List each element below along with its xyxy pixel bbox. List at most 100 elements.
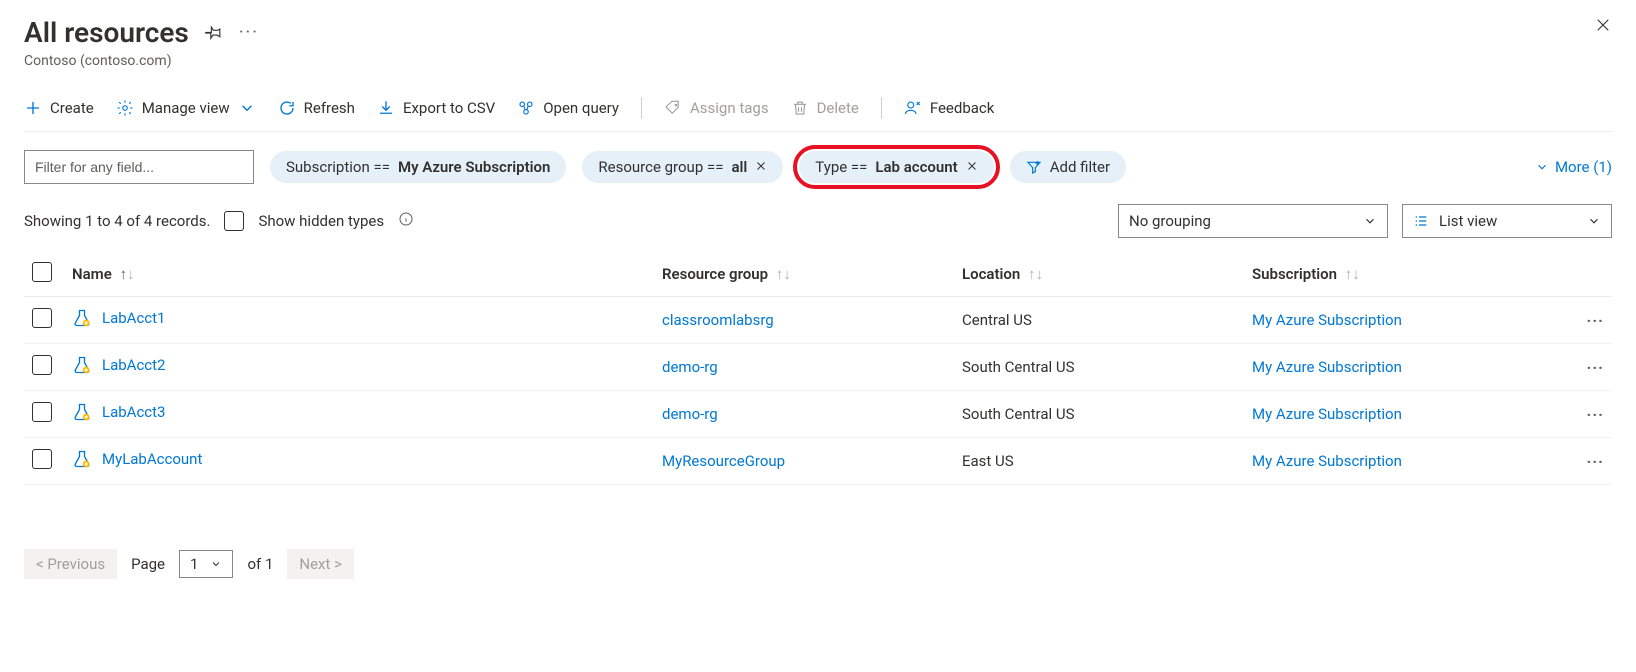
assign-tags-label: Assign tags (690, 99, 769, 117)
filter-pill-value: Lab account (875, 158, 957, 176)
previous-button: < Previous (24, 549, 117, 579)
row-menu-icon[interactable]: ··· (1587, 358, 1604, 377)
filter-pill[interactable]: Type == Lab account (799, 151, 993, 183)
view-mode-select[interactable]: List view (1402, 204, 1612, 238)
subscription-link[interactable]: My Azure Subscription (1252, 405, 1402, 423)
chevron-down-icon (210, 558, 222, 570)
lab-account-icon (72, 402, 92, 422)
export-csv-label: Export to CSV (403, 99, 495, 117)
sort-icon: ↑↓ (1345, 265, 1360, 283)
refresh-label: Refresh (304, 99, 355, 117)
subscription-link[interactable]: My Azure Subscription (1252, 311, 1402, 329)
table-row: LabAcct1 classroomlabsrg Central US My Azur… (24, 297, 1612, 344)
add-filter-label: Add filter (1050, 158, 1110, 176)
column-subscription[interactable]: Subscription ↑↓ (1244, 252, 1572, 297)
resource-name-link[interactable]: LabAcct3 (102, 403, 166, 421)
close-icon[interactable] (1594, 16, 1612, 34)
status-row: Showing 1 to 4 of 4 records. Show hidden… (24, 194, 1612, 252)
add-filter-icon (1026, 159, 1042, 175)
resource-group-link[interactable]: demo-rg (662, 358, 718, 376)
filter-pill-value: My Azure Subscription (398, 158, 550, 176)
open-query-button[interactable]: Open query (517, 99, 619, 117)
sort-icon: ↑↓ (776, 265, 791, 283)
grouping-select[interactable]: No grouping (1118, 204, 1388, 238)
show-hidden-checkbox[interactable] (224, 211, 244, 231)
page-value: 1 (190, 555, 198, 573)
view-mode-value: List view (1439, 212, 1577, 230)
record-summary: Showing 1 to 4 of 4 records. (24, 212, 210, 230)
lab-account-icon (72, 355, 92, 375)
chevron-down-icon (1587, 214, 1601, 228)
toolbar-separator (641, 97, 642, 119)
row-menu-icon[interactable]: ··· (1587, 311, 1604, 330)
toolbar: Create Manage view Refresh Export to CSV… (24, 83, 1612, 132)
export-csv-button[interactable]: Export to CSV (377, 99, 495, 117)
row-menu-icon[interactable]: ··· (1587, 405, 1604, 424)
create-label: Create (50, 99, 94, 117)
filters-row: Subscription == My Azure Subscription Res… (24, 132, 1612, 194)
location-text: South Central US (962, 405, 1074, 423)
column-name[interactable]: Name ↑↓ (64, 252, 654, 297)
location-text: South Central US (962, 358, 1074, 376)
filter-pill-value: all (731, 158, 747, 176)
filter-pill[interactable]: Resource group == all (582, 151, 783, 183)
page-of-label: of 1 (247, 555, 273, 573)
resource-group-link[interactable]: demo-rg (662, 405, 718, 423)
page-title: All resources (24, 16, 189, 49)
filter-input[interactable] (24, 150, 254, 184)
delete-button: Delete (791, 99, 859, 117)
remove-filter-icon[interactable] (966, 158, 978, 176)
toolbar-separator (881, 97, 882, 119)
add-filter-button[interactable]: Add filter (1010, 151, 1126, 183)
remove-filter-icon[interactable] (755, 158, 767, 176)
page-label: Page (131, 555, 165, 573)
filter-pill-label: Subscription == (286, 158, 390, 176)
subscription-link[interactable]: My Azure Subscription (1252, 452, 1402, 470)
feedback-button[interactable]: Feedback (904, 99, 995, 117)
table-row: MyLabAccountMyResourceGroupEast USMy Azu… (24, 438, 1612, 485)
resource-group-link[interactable]: MyResourceGroup (662, 452, 785, 470)
more-filters-label: More (1) (1555, 158, 1612, 176)
refresh-button[interactable]: Refresh (278, 99, 355, 117)
resources-table: Name ↑↓ Resource group ↑↓ Location ↑↓ Su… (24, 252, 1612, 485)
row-menu-icon[interactable]: ··· (1587, 452, 1604, 471)
more-icon[interactable]: ··· (239, 22, 259, 43)
subscription-link[interactable]: My Azure Subscription (1252, 358, 1402, 376)
pager: < Previous Page 1 of 1 Next > (24, 485, 1612, 579)
row-checkbox[interactable] (32, 449, 52, 469)
show-hidden-label: Show hidden types (258, 212, 384, 230)
column-resource-group[interactable]: Resource group ↑↓ (654, 252, 954, 297)
row-checkbox[interactable] (32, 402, 52, 422)
row-checkbox[interactable] (32, 355, 52, 375)
column-location[interactable]: Location ↑↓ (954, 252, 1244, 297)
create-button[interactable]: Create (24, 99, 94, 117)
resource-name-link[interactable]: MyLabAccount (102, 450, 202, 468)
chevron-down-icon (1363, 214, 1377, 228)
grouping-value: No grouping (1129, 212, 1211, 230)
page-select[interactable]: 1 (179, 550, 233, 578)
manage-view-label: Manage view (142, 99, 230, 117)
manage-view-button[interactable]: Manage view (116, 99, 256, 117)
next-button: Next > (287, 549, 354, 579)
lab-account-icon (72, 308, 92, 328)
resource-name-link[interactable]: LabAcct2 (102, 356, 166, 374)
table-row: LabAcct3 demo-rg South Central US My Azure … (24, 391, 1612, 438)
more-filters-link[interactable]: More (1) (1535, 158, 1612, 176)
list-view-icon (1413, 213, 1429, 229)
resource-group-link[interactable]: classroomlabsrg (662, 311, 774, 329)
feedback-label: Feedback (930, 99, 995, 117)
delete-label: Delete (817, 99, 859, 117)
sort-icon: ↑↓ (120, 265, 135, 283)
filter-pill[interactable]: Subscription == My Azure Subscription (270, 151, 566, 183)
assign-tags-button: Assign tags (664, 99, 769, 117)
location-text: Central US (962, 311, 1032, 329)
resource-name-link[interactable]: LabAcct1 (102, 309, 166, 327)
page-header: All resources ··· Contoso (contoso.com) (24, 16, 1612, 69)
sort-icon: ↑↓ (1028, 265, 1043, 283)
pin-icon[interactable] (205, 24, 223, 42)
table-row: LabAcct2 demo-rg South Central US My Azure … (24, 344, 1612, 391)
lab-account-icon (72, 449, 92, 469)
row-checkbox[interactable] (32, 308, 52, 328)
info-icon[interactable] (398, 211, 414, 231)
select-all-checkbox[interactable] (32, 262, 52, 282)
